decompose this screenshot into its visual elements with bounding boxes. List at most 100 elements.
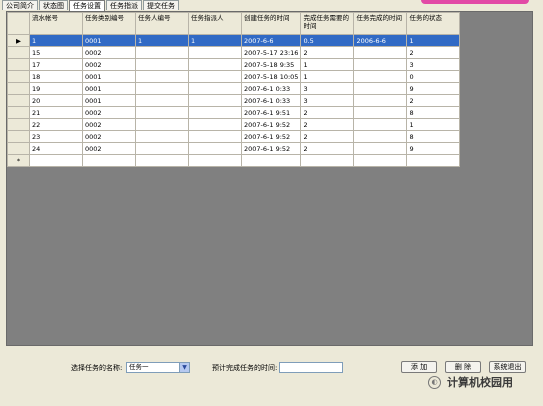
table-cell[interactable]: 1 [406, 34, 461, 47]
table-cell[interactable] [353, 106, 408, 119]
table-cell[interactable]: 2007-6-6 [240, 34, 302, 47]
table-cell[interactable] [188, 70, 242, 83]
table-cell[interactable] [135, 82, 189, 95]
row-header[interactable] [7, 118, 30, 131]
table-cell[interactable] [188, 118, 242, 131]
table-cell[interactable]: 1 [29, 34, 83, 47]
table-row[interactable]: 24 0002 2007-6-1 9:52 2 9 [7, 142, 461, 155]
table-cell[interactable]: 0001 [82, 82, 136, 95]
table-row[interactable]: 21 0002 2007-6-1 9:51 2 8 [7, 106, 461, 119]
tab-company-intro[interactable]: 公司简介 [2, 0, 38, 10]
table-cell[interactable]: 0002 [82, 142, 136, 155]
table-cell[interactable] [188, 106, 242, 119]
table-cell[interactable]: 2007-6-1 9:52 [240, 142, 302, 155]
table-row[interactable]: 20 0001 2007-6-1 0:33 3 2 [7, 94, 461, 107]
table-cell[interactable]: 17 [29, 58, 83, 71]
tab-task-settings[interactable]: 任务设置 [69, 0, 105, 11]
table-cell[interactable]: 0002 [82, 106, 136, 119]
table-cell[interactable]: 2007-6-1 9:52 [240, 130, 302, 143]
new-row[interactable]: * [7, 154, 461, 167]
table-cell[interactable] [353, 118, 408, 131]
table-cell[interactable]: 2007-6-1 9:52 [240, 118, 302, 131]
table-cell[interactable]: 1 [300, 70, 355, 83]
row-header[interactable] [7, 130, 30, 143]
row-header[interactable] [7, 82, 30, 95]
table-cell[interactable] [353, 58, 408, 71]
table-cell[interactable]: 2007-6-1 0:33 [240, 94, 302, 107]
table-cell[interactable]: 0001 [82, 94, 136, 107]
table-cell[interactable]: 2 [406, 46, 461, 59]
table-cell[interactable] [135, 118, 189, 131]
table-cell[interactable]: 2007-5-18 9:35 [240, 58, 302, 71]
table-cell[interactable] [135, 58, 189, 71]
table-cell[interactable]: 8 [406, 130, 461, 143]
table-cell[interactable]: 19 [29, 82, 83, 95]
table-row[interactable]: 23 0002 2007-6-1 9:52 2 8 [7, 130, 461, 143]
row-header[interactable] [7, 58, 30, 71]
table-row[interactable]: 22 0002 2007-6-1 9:52 2 1 [7, 118, 461, 131]
table-cell[interactable]: 0 [406, 70, 461, 83]
table-cell[interactable] [188, 82, 242, 95]
column-header[interactable]: 完成任务需要的时间 [300, 12, 355, 35]
table-cell[interactable] [135, 142, 189, 155]
table-row[interactable]: ▶ 1 0001 1 1 2007-6-6 0.5 2006-6-6 1 [7, 34, 461, 47]
table-cell[interactable]: 21 [29, 106, 83, 119]
table-cell[interactable]: 2007-6-1 0:33 [240, 82, 302, 95]
table-cell[interactable]: 0002 [82, 118, 136, 131]
table-cell[interactable] [353, 94, 408, 107]
table-cell[interactable]: 2006-6-6 [353, 34, 408, 47]
table-cell[interactable]: 2 [300, 106, 355, 119]
table-cell[interactable]: 2 [300, 46, 355, 59]
table-row[interactable]: 19 0001 2007-6-1 0:33 3 9 [7, 82, 461, 95]
table-cell[interactable]: 8 [406, 106, 461, 119]
tab-task-assign[interactable]: 任务指派 [106, 0, 142, 10]
tab-status-chart[interactable]: 状态图 [39, 0, 68, 10]
table-cell[interactable] [188, 58, 242, 71]
table-cell[interactable] [300, 154, 355, 167]
table-cell[interactable]: 2007-5-17 23:16 [240, 46, 302, 59]
row-header[interactable] [7, 142, 30, 155]
column-header[interactable]: 任务类别编号 [82, 12, 136, 35]
table-cell[interactable] [240, 154, 302, 167]
task-data-grid[interactable]: 流水帐号 任务类别编号 任务人编号 任务指派人 创建任务的时间 完成任务需要的时… [7, 12, 461, 167]
column-header[interactable]: 任务的状态 [406, 12, 461, 35]
table-cell[interactable]: 9 [406, 82, 461, 95]
table-cell[interactable]: 23 [29, 130, 83, 143]
table-cell[interactable]: 20 [29, 94, 83, 107]
tab-submit-task[interactable]: 提交任务 [143, 0, 179, 10]
table-row[interactable]: 18 0001 2007-5-18 10:05 1 0 [7, 70, 461, 83]
table-cell[interactable] [188, 130, 242, 143]
table-cell[interactable]: 1 [406, 118, 461, 131]
table-cell[interactable] [82, 154, 136, 167]
table-cell[interactable] [188, 94, 242, 107]
row-header[interactable] [7, 94, 30, 107]
table-cell[interactable] [135, 94, 189, 107]
table-cell[interactable] [188, 46, 242, 59]
table-cell[interactable] [135, 154, 189, 167]
table-cell[interactable]: 0002 [82, 58, 136, 71]
table-cell[interactable]: 0002 [82, 46, 136, 59]
table-cell[interactable]: 9 [406, 142, 461, 155]
table-row[interactable]: 15 0002 2007-5-17 23:16 2 2 [7, 46, 461, 59]
table-cell[interactable]: 0.5 [300, 34, 355, 47]
table-cell[interactable] [353, 82, 408, 95]
table-cell[interactable]: 2 [406, 94, 461, 107]
exit-button[interactable]: 系统退出 [489, 361, 526, 373]
table-cell[interactable]: 3 [300, 94, 355, 107]
table-cell[interactable]: 24 [29, 142, 83, 155]
task-name-select[interactable]: 任务一 ▼ [126, 362, 190, 373]
expected-time-input[interactable] [279, 362, 343, 373]
table-cell[interactable] [188, 142, 242, 155]
table-cell[interactable] [353, 154, 408, 167]
table-cell[interactable] [135, 46, 189, 59]
table-cell[interactable]: 18 [29, 70, 83, 83]
table-cell[interactable]: 22 [29, 118, 83, 131]
table-cell[interactable]: 2007-5-18 10:05 [240, 70, 302, 83]
table-cell[interactable] [188, 154, 242, 167]
table-cell[interactable]: 15 [29, 46, 83, 59]
column-header[interactable]: 任务人编号 [135, 12, 189, 35]
table-cell[interactable] [135, 130, 189, 143]
column-header[interactable]: 任务指派人 [188, 12, 242, 35]
table-row[interactable]: 17 0002 2007-5-18 9:35 1 3 [7, 58, 461, 71]
table-cell[interactable] [135, 106, 189, 119]
